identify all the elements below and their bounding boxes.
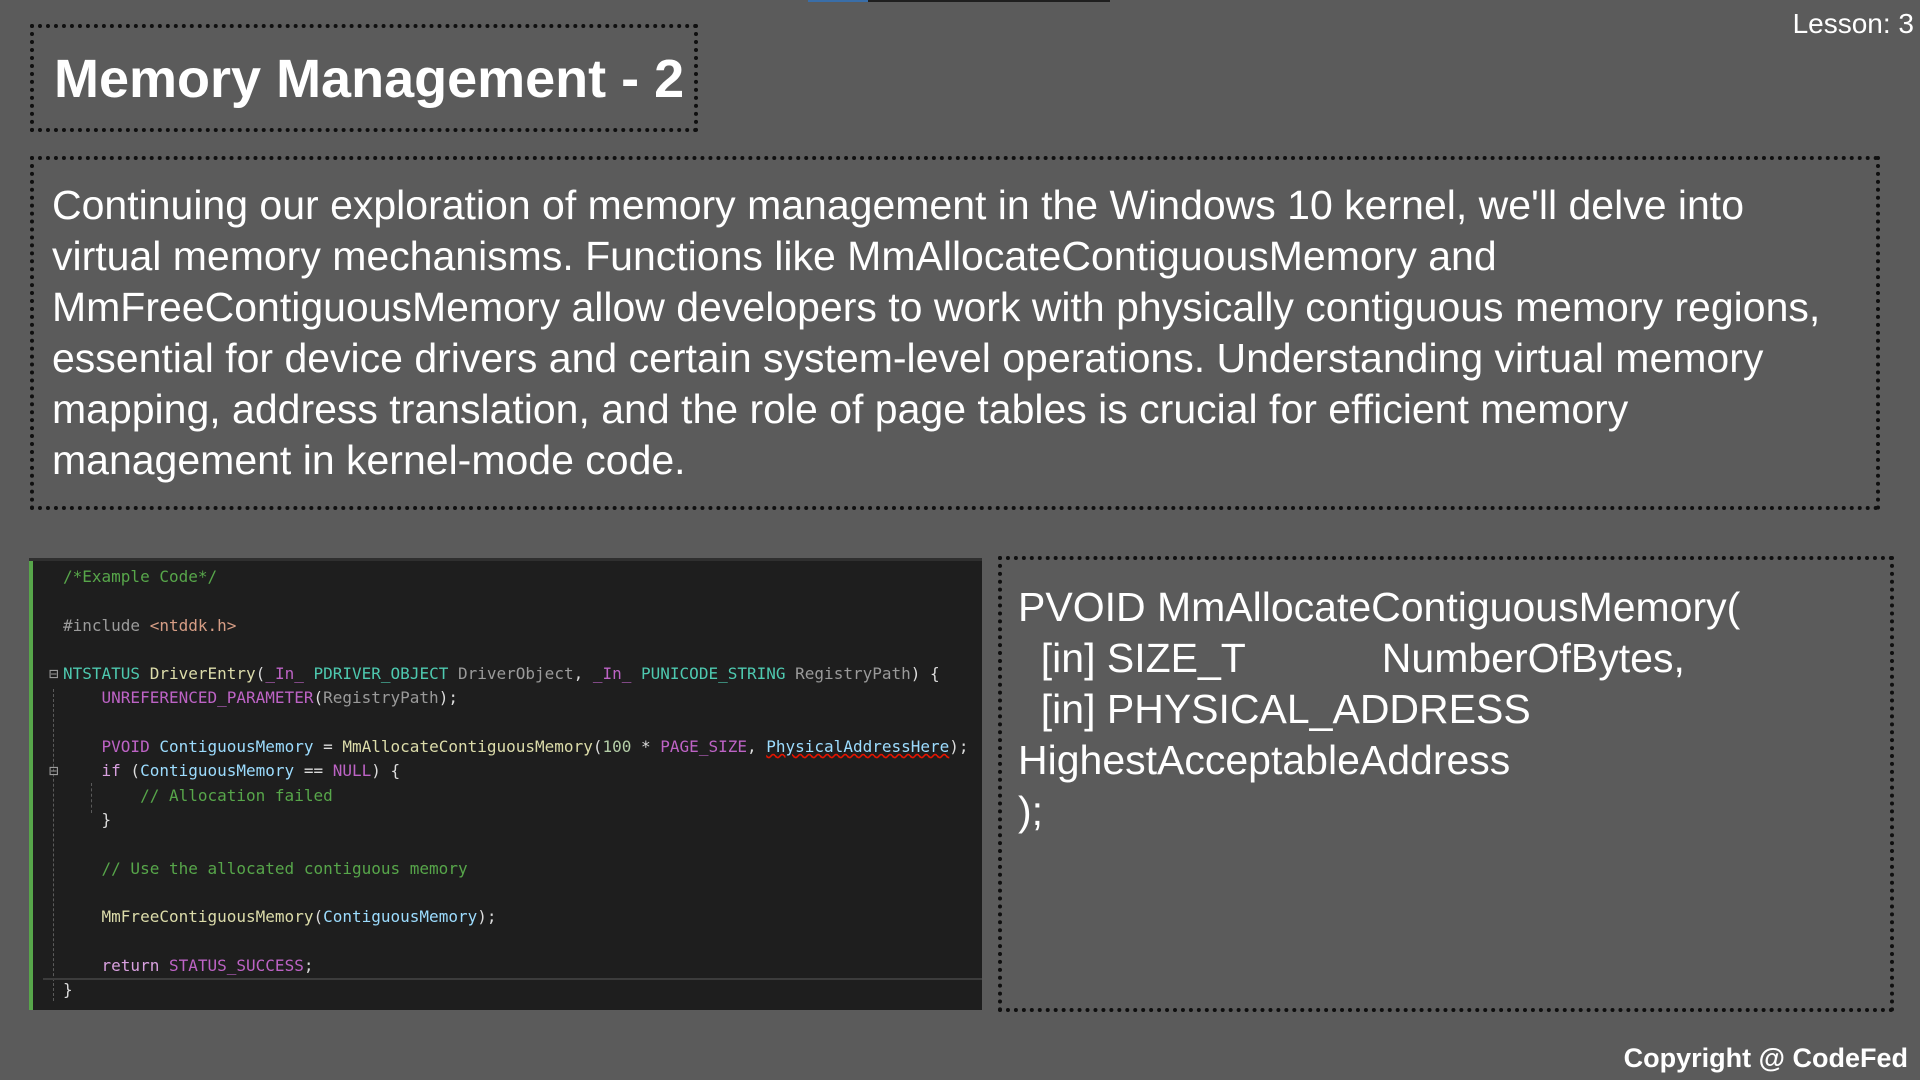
collapse-icon[interactable]: ⊟: [49, 662, 63, 686]
code-line-18: }: [63, 980, 73, 1000]
code-line-10: // Allocation failed: [140, 785, 333, 805]
signature-line-1: PVOID MmAllocateContiguousMemory(: [1018, 584, 1741, 630]
code-line-3: #include <ntddk.h>: [63, 615, 237, 635]
signature-line-2: [in] SIZE_T NumberOfBytes,: [1018, 635, 1685, 681]
code-editor-panel: /*Example Code*/ #include <ntddk.h> ⊟ NTS…: [29, 558, 982, 1010]
code-line-1: /*Example Code*/: [63, 567, 218, 586]
function-signature: PVOID MmAllocateContiguousMemory( [in] S…: [1018, 582, 1740, 837]
top-accent-highlight: [808, 0, 868, 2]
code-lines: /*Example Code*/ #include <ntddk.h> ⊟ NTS…: [49, 565, 982, 1002]
code-line-17: return STATUS_SUCCESS;: [101, 955, 314, 975]
title-box: Memory Management - 2: [30, 24, 698, 132]
signature-line-5: );: [1018, 788, 1044, 834]
top-accent-bar: [808, 0, 1110, 2]
description-text: Continuing our exploration of memory man…: [52, 182, 1821, 483]
signature-line-4: HighestAcceptableAddress: [1018, 737, 1511, 783]
slide-title: Memory Management - 2: [54, 49, 685, 109]
change-indicator-bar: [29, 561, 33, 1010]
code-line-11: }: [101, 809, 112, 829]
lesson-label: Lesson: 3: [1792, 8, 1914, 39]
signature-box: PVOID MmAllocateContiguousMemory( [in] S…: [998, 556, 1894, 1012]
code-line-6: UNREFERENCED_PARAMETER(RegistryPath);: [101, 688, 458, 708]
description-box: Continuing our exploration of memory man…: [30, 156, 1880, 510]
code-line-15: MmFreeContiguousMemory(ContiguousMemory)…: [101, 907, 497, 927]
code-line-13: // Use the allocated contiguous memory: [101, 858, 468, 878]
code-line-5: ⊟ NTSTATUS DriverEntry(_In_ PDRIVER_OBJEC…: [49, 662, 982, 686]
code-line-8: PVOID ContiguousMemory = MmAllocateConti…: [101, 737, 969, 757]
code-line-9: ⊟ if (ContiguousMemory == NULL) {: [49, 759, 982, 783]
signature-line-3: [in] PHYSICAL_ADDRESS: [1018, 686, 1531, 732]
copyright-notice: Copyright @ CodeFed: [1623, 1043, 1908, 1073]
collapse-icon[interactable]: ⊟: [49, 759, 63, 783]
